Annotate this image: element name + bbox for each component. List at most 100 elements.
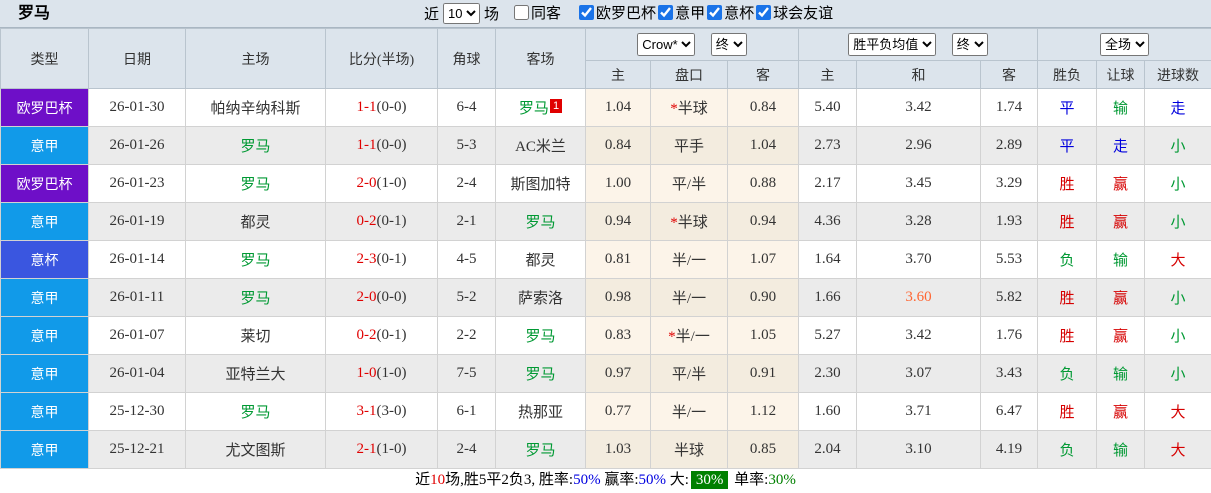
filter-item-1[interactable]: 欧罗巴杯 xyxy=(579,2,656,23)
handicap-cell: *半球 xyxy=(651,89,728,127)
half-time-score: (3-0) xyxy=(377,403,407,419)
avg-home: 2.04 xyxy=(799,431,857,469)
avg-draw: 2.96 xyxy=(857,127,981,165)
handicap-star: * xyxy=(670,215,678,231)
win-loss-result: 胜 xyxy=(1038,317,1097,355)
odds-away: 0.90 xyxy=(728,279,799,317)
half-time-score: (0-0) xyxy=(377,289,407,305)
score-cell: 2-3(0-1) xyxy=(326,241,438,279)
win-loss-result: 负 xyxy=(1038,431,1097,469)
goals-result: 小 xyxy=(1145,203,1211,241)
goals-result: 大 xyxy=(1145,241,1211,279)
win-loss-result: 胜 xyxy=(1038,165,1097,203)
odds-home: 0.98 xyxy=(586,279,651,317)
handicap-star: * xyxy=(670,101,678,117)
match-date: 25-12-30 xyxy=(89,393,186,431)
avg-home: 2.17 xyxy=(799,165,857,203)
full-time-score: 2-1 xyxy=(357,441,377,457)
table-row: 意甲 26-01-04 亚特兰大 1-0(1-0) 7-5 罗马 0.97 平/… xyxy=(1,355,1211,393)
filter-label: 同客 xyxy=(531,2,561,23)
match-date: 26-01-14 xyxy=(89,241,186,279)
filter-checkbox[interactable] xyxy=(658,5,673,20)
win-loss-result: 胜 xyxy=(1038,393,1097,431)
league-badge: 意甲 xyxy=(1,431,89,469)
goals-result: 小 xyxy=(1145,165,1211,203)
half-time-score: (0-0) xyxy=(377,99,407,115)
filter-item-3[interactable]: 意杯 xyxy=(707,2,754,23)
away-team: 热那亚 xyxy=(518,405,563,421)
avg-state-select[interactable]: 终 xyxy=(952,33,988,56)
home-team: 帕纳辛纳科斯 xyxy=(186,89,326,127)
filter-item-4[interactable]: 球会友谊 xyxy=(756,2,833,23)
col-header-goals-result: 进球数 xyxy=(1145,61,1211,89)
odds-away: 1.07 xyxy=(728,241,799,279)
away-cell: 罗马 xyxy=(496,203,586,241)
filter-item-0[interactable]: 同客 xyxy=(514,2,561,23)
filter-item-2[interactable]: 意甲 xyxy=(658,2,705,23)
league-badge: 意杯 xyxy=(1,241,89,279)
filter-label: 意甲 xyxy=(675,2,705,23)
odds-away: 0.85 xyxy=(728,431,799,469)
col-header-avg-draw: 和 xyxy=(857,61,981,89)
summary-single-label: 单率: xyxy=(730,472,768,488)
filter-checkbox[interactable] xyxy=(514,5,529,20)
league-badge: 意甲 xyxy=(1,203,89,241)
odds-away: 1.12 xyxy=(728,393,799,431)
league-badge: 欧罗巴杯 xyxy=(1,165,89,203)
col-header-away: 客场 xyxy=(496,29,586,89)
recent-count-select[interactable]: 10 xyxy=(443,3,480,24)
full-time-score: 2-3 xyxy=(357,251,377,267)
scope-select[interactable]: 全场 xyxy=(1100,33,1149,56)
corners: 2-2 xyxy=(438,317,496,355)
avg-home: 2.73 xyxy=(799,127,857,165)
filter-list: 同客欧罗巴杯意甲意杯球会友谊 xyxy=(499,2,833,25)
filter-checkbox[interactable] xyxy=(579,5,594,20)
match-date: 25-12-21 xyxy=(89,431,186,469)
match-date: 26-01-30 xyxy=(89,89,186,127)
handicap: 半/一 xyxy=(676,329,710,345)
avg-draw: 3.42 xyxy=(857,317,981,355)
odds-home: 1.04 xyxy=(586,89,651,127)
matches-unit-label: 场 xyxy=(484,3,499,24)
handicap-cell: 平/半 xyxy=(651,355,728,393)
away-cell: 萨索洛 xyxy=(496,279,586,317)
score-cell: 1-1(0-0) xyxy=(326,127,438,165)
odds-company-select[interactable]: Crow* xyxy=(637,33,695,56)
win-loss-result: 负 xyxy=(1038,241,1097,279)
full-time-score: 1-1 xyxy=(357,99,377,115)
handicap: 半/一 xyxy=(672,291,706,307)
odds-rate-value: 50% xyxy=(639,472,667,488)
avg-away: 1.93 xyxy=(981,203,1038,241)
avg-home: 2.30 xyxy=(799,355,857,393)
handicap: 半球 xyxy=(678,215,708,231)
away-team: 斯图加特 xyxy=(510,177,570,193)
handicap: 平/半 xyxy=(672,367,706,383)
corners: 6-1 xyxy=(438,393,496,431)
avg-draw: 3.28 xyxy=(857,203,981,241)
odds-state-select[interactable]: 终 xyxy=(711,33,747,56)
score-cell: 1-1(0-0) xyxy=(326,89,438,127)
top-bar: 罗马 近 10 场 同客欧罗巴杯意甲意杯球会友谊 xyxy=(0,0,1211,28)
filter-checkbox[interactable] xyxy=(707,5,722,20)
home-team: 罗马 xyxy=(186,279,326,317)
goals-result: 小 xyxy=(1145,317,1211,355)
avg-draw: 3.70 xyxy=(857,241,981,279)
avg-home: 1.64 xyxy=(799,241,857,279)
avg-away: 5.53 xyxy=(981,241,1038,279)
avg-home: 1.60 xyxy=(799,393,857,431)
handicap-result: 赢 xyxy=(1097,393,1145,431)
table-row: 欧罗巴杯 26-01-23 罗马 2-0(1-0) 2-4 斯图加特 1.00 … xyxy=(1,165,1211,203)
away-cell: 罗马 xyxy=(496,317,586,355)
avg-type-select[interactable]: 胜平负均值 xyxy=(848,33,936,56)
filter-checkbox[interactable] xyxy=(756,5,771,20)
half-time-score: (0-0) xyxy=(377,137,407,153)
score-cell: 1-0(1-0) xyxy=(326,355,438,393)
avg-draw: 3.07 xyxy=(857,355,981,393)
handicap-cell: 半球 xyxy=(651,431,728,469)
odds-away: 0.88 xyxy=(728,165,799,203)
half-time-score: (1-0) xyxy=(377,441,407,457)
filter-label: 球会友谊 xyxy=(773,2,833,23)
handicap-result: 赢 xyxy=(1097,317,1145,355)
col-header-score: 比分(半场) xyxy=(326,29,438,89)
filter-label: 意杯 xyxy=(724,2,754,23)
